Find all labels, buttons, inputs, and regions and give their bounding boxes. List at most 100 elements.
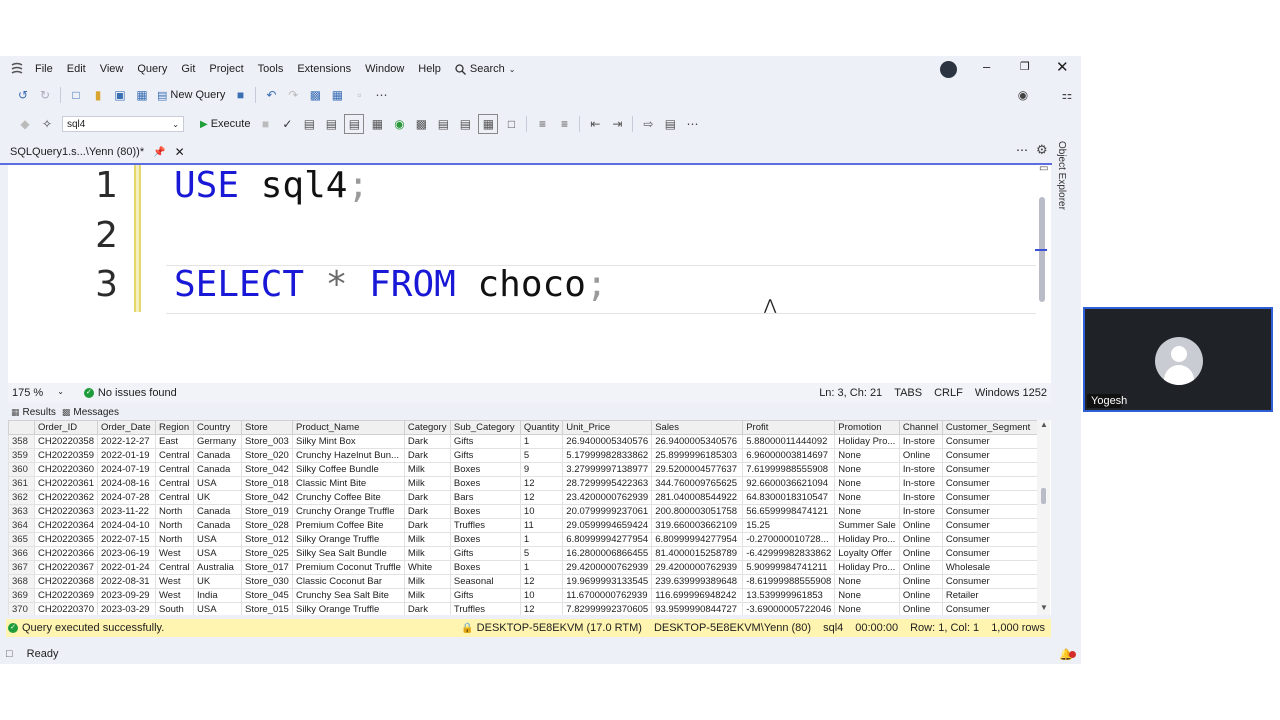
live-stats-icon[interactable]: ▩ <box>412 115 430 133</box>
grid-cell[interactable]: Wholesale <box>941 560 1040 575</box>
grid-cell[interactable]: Online <box>898 448 943 463</box>
grid-cell[interactable]: South <box>155 602 194 615</box>
grid-cell[interactable]: Store_019 <box>241 504 293 519</box>
column-header[interactable]: Unit_Price <box>562 420 653 435</box>
grid-cell[interactable]: 1 <box>519 532 564 547</box>
grid-cell[interactable]: Classic Mint Bite <box>292 476 405 491</box>
grid-cell[interactable]: In-store <box>898 504 943 519</box>
grid-cell[interactable]: USA <box>193 532 242 547</box>
grid-cell[interactable]: Milk <box>403 546 451 561</box>
grid-cell[interactable]: CH20220361 <box>34 476 98 491</box>
column-header[interactable]: Order_ID <box>34 420 98 435</box>
grid-cell[interactable]: 9 <box>519 462 564 477</box>
grid-cell[interactable]: North <box>155 504 194 519</box>
grid-cell[interactable]: Consumer <box>941 602 1040 615</box>
grid-cell[interactable]: UK <box>193 490 242 505</box>
grid-cell[interactable]: East <box>155 434 194 449</box>
tab-sqlquery1[interactable]: SQLQuery1.s...\Yenn (80))* 📌 ✕ <box>4 141 186 163</box>
grid-cell[interactable]: 56.6599998474121 <box>742 504 836 519</box>
grid-cell[interactable]: White <box>403 560 451 575</box>
grid-cell[interactable]: Online <box>898 602 943 615</box>
encoding[interactable]: Windows 1252 <box>975 387 1047 399</box>
grid-cell[interactable]: 2024-04-10 <box>97 518 156 533</box>
grid-cell[interactable]: North <box>155 518 194 533</box>
grid-cell[interactable]: Silky Mint Box <box>292 434 405 449</box>
grid-cell[interactable]: 92.6600036621094 <box>742 476 836 491</box>
grid-cell[interactable]: Store_030 <box>241 574 293 589</box>
grid-cell[interactable]: 12 <box>519 476 564 491</box>
grid-cell[interactable]: Canada <box>193 462 242 477</box>
table-row[interactable]: 368 CH20220368 2022-08-31 West UK Store_030 Cl… <box>8 574 1040 589</box>
results-grid[interactable]: Order_ID Order_Date Region Country Store Prod… <box>8 420 1051 615</box>
change-connection-icon[interactable]: ✧ <box>38 115 56 133</box>
grid-cell[interactable]: Consumer <box>941 476 1040 491</box>
account-icon[interactable] <box>940 61 957 78</box>
column-header[interactable]: Customer_Segment <box>941 420 1040 435</box>
grid-cell[interactable]: 2022-08-31 <box>97 574 156 589</box>
close-window-button[interactable]: ✕ <box>1056 58 1069 76</box>
table-row[interactable]: 359 CH20220359 2022-01-19 Central Canada Stor… <box>8 448 1040 463</box>
grid-cell[interactable]: 29.4200000762939 <box>562 560 653 575</box>
table-row[interactable]: 369 CH20220369 2023-09-29 West India Store_04… <box>8 588 1040 603</box>
row-number-cell[interactable]: 368 <box>8 574 35 589</box>
grid-cell[interactable]: Classic Coconut Bar <box>292 574 405 589</box>
grid-cell[interactable]: 5.90999984741211 <box>742 560 836 575</box>
cursor-position[interactable]: Ln: 3, Ch: 21 <box>819 387 882 399</box>
row-number-cell[interactable]: 367 <box>8 560 35 575</box>
grid-cell[interactable]: 344.760009765625 <box>651 476 744 491</box>
grid-cell[interactable]: 20.0799999237061 <box>562 504 653 519</box>
grid-cell[interactable]: 11 <box>519 518 564 533</box>
menu-file[interactable]: File <box>28 63 60 75</box>
open-file-icon[interactable]: ▮ <box>89 86 107 104</box>
grid-cell[interactable]: CH20220365 <box>34 532 98 547</box>
menu-edit[interactable]: Edit <box>60 63 93 75</box>
grid-cell[interactable]: 2023-06-19 <box>97 546 156 561</box>
grid-cell[interactable]: Consumer <box>941 490 1040 505</box>
object-explorer-tab[interactable]: Object Explorer <box>1056 141 1076 241</box>
grid-cell[interactable]: None <box>834 602 900 615</box>
database-select[interactable]: sql4 ⌄ <box>62 116 184 132</box>
activity-monitor-icon[interactable]: ■ <box>231 86 249 104</box>
grid-cell[interactable]: 319.660003662109 <box>651 518 744 533</box>
table-row[interactable]: 360 CH20220360 2024-07-19 Central Canada Stor… <box>8 462 1040 477</box>
grid-cell[interactable]: Store_020 <box>241 448 293 463</box>
grid-cell[interactable]: Silky Orange Truffle <box>292 532 405 547</box>
grid-cell[interactable]: Boxes <box>449 462 521 477</box>
grid-cell[interactable]: 6.80999994277954 <box>562 532 653 547</box>
grid-cell[interactable]: Canada <box>193 448 242 463</box>
more-options-icon[interactable]: ⋯ <box>372 86 390 104</box>
grid-cell[interactable]: West <box>155 574 194 589</box>
results-to-grid-icon[interactable]: ▦ <box>478 114 499 134</box>
grid-cell[interactable]: Australia <box>193 560 242 575</box>
grid-cell[interactable]: 93.9599990844727 <box>651 602 744 615</box>
grid-cell[interactable]: 6.80999994277954 <box>651 532 744 547</box>
include-plan-icon[interactable]: ◉ <box>390 115 408 133</box>
grid-cell[interactable]: CH20220362 <box>34 490 98 505</box>
grid-cell[interactable]: 6.96000003814697 <box>742 448 836 463</box>
grid-cell[interactable]: Consumer <box>941 448 1040 463</box>
results-to-text-icon[interactable]: ▤ <box>456 115 474 133</box>
grid-cell[interactable]: CH20220359 <box>34 448 98 463</box>
grid-cell[interactable]: Central <box>155 560 194 575</box>
scroll-up-icon[interactable]: ▲ <box>1040 420 1048 429</box>
grid-cell[interactable]: CH20220360 <box>34 462 98 477</box>
grid-cell[interactable]: 3.27999997138977 <box>562 462 653 477</box>
grid-cell[interactable]: Crunchy Sea Salt Bite <box>292 588 405 603</box>
grid-cell[interactable]: None <box>834 476 900 491</box>
grid-cell[interactable]: CH20220370 <box>34 602 98 615</box>
grid-cell[interactable]: Holiday Pro... <box>834 434 900 449</box>
grid-cell[interactable]: Consumer <box>941 518 1040 533</box>
grid-cell[interactable]: Milk <box>403 462 451 477</box>
grid-cell[interactable]: USA <box>193 546 242 561</box>
minimize-button[interactable]: – <box>983 59 990 74</box>
grid-cell[interactable]: 2024-08-16 <box>97 476 156 491</box>
grid-cell[interactable]: Canada <box>193 504 242 519</box>
grid-cell[interactable]: USA <box>193 476 242 491</box>
execute-button[interactable]: ▶ Execute <box>196 114 254 134</box>
grid-cell[interactable]: Online <box>898 588 943 603</box>
grid-cell[interactable]: 64.8300018310547 <box>742 490 836 505</box>
row-number-cell[interactable]: 369 <box>8 588 35 603</box>
table-row[interactable]: 367 CH20220367 2022-01-24 Central Australia S… <box>8 560 1040 575</box>
column-header[interactable]: Order_Date <box>97 420 156 435</box>
grid-cell[interactable]: India <box>193 588 242 603</box>
